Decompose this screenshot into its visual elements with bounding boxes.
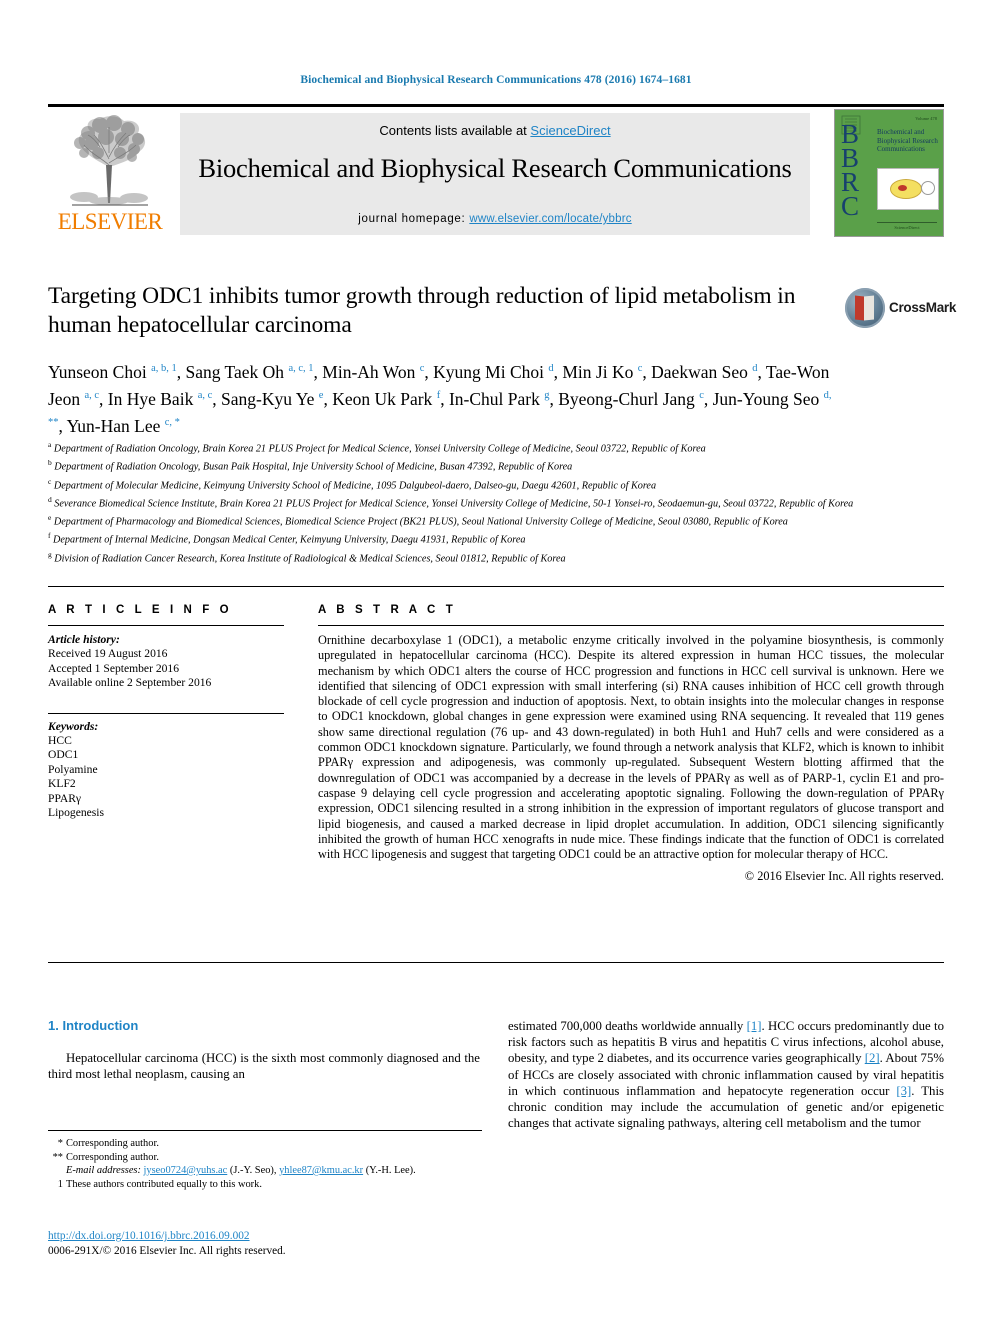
affiliation-mark: f <box>48 531 51 541</box>
affiliation-mark: b <box>48 458 52 468</box>
section-title-introduction: 1. Introduction <box>48 1018 139 1033</box>
footnotes-block: * Corresponding author. ** Corresponding… <box>48 1130 482 1191</box>
reference-link[interactable]: [2] <box>865 1051 880 1065</box>
divider-top <box>48 586 944 587</box>
intro-paragraph-left: Hepatocellular carcinoma (HCC) is the si… <box>48 1051 480 1082</box>
crossmark-label: CrossMark <box>889 300 957 315</box>
reference-link[interactable]: [3] <box>896 1084 911 1098</box>
keyword-item: PPARγ <box>48 791 82 805</box>
keywords-block: Keywords: HCC ODC1 Polyamine KLF2 PPARγ … <box>48 712 284 821</box>
reference-link[interactable]: [1] <box>747 1019 762 1033</box>
elsevier-logo: ELSEVIER <box>48 113 172 235</box>
divider-bottom <box>48 962 944 963</box>
crossmark-icon <box>845 288 885 328</box>
running-head: Biochemical and Biophysical Research Com… <box>300 74 692 86</box>
homepage-prefix: journal homepage: <box>358 213 470 225</box>
affiliation-item: a Department of Radiation Oncology, Brai… <box>48 440 706 455</box>
affiliation-mark: a <box>48 440 52 449</box>
email-link-1[interactable]: jyseo0724@yuhs.ac <box>144 1165 228 1176</box>
doi-block: http://dx.doi.org/10.1016/j.bbrc.2016.09… <box>48 1229 488 1258</box>
email-link-2[interactable]: yhlee87@kmu.ac.kr <box>279 1165 363 1176</box>
keyword-item: HCC <box>48 734 72 748</box>
abstract-rule <box>318 625 944 626</box>
footnote-mark: * <box>57 1138 63 1149</box>
journal-homepage-link[interactable]: www.elsevier.com/locate/ybbrc <box>469 213 631 225</box>
contents-panel: Contents lists available at ScienceDirec… <box>180 113 810 235</box>
affiliation-item: f Department of Internal Medicine, Dongs… <box>48 531 526 546</box>
doi-link[interactable]: http://dx.doi.org/10.1016/j.bbrc.2016.09… <box>48 1230 250 1242</box>
keywords-rule <box>48 712 284 714</box>
elsevier-wordmark: ELSEVIER <box>57 209 163 234</box>
footnote-equal-contribution: 1 These authors contributed equally to t… <box>48 1178 482 1191</box>
body-column-right: estimated 700,000 deaths worldwide annua… <box>508 1018 944 1131</box>
footnote-mark: 1 <box>57 1178 63 1190</box>
affiliation-list: a Department of Radiation Oncology, Brai… <box>48 438 928 566</box>
title-area: Targeting ODC1 inhibits tumor growth thr… <box>48 282 838 340</box>
footnote-corresponding-2: ** Corresponding author. E-mail addresse… <box>48 1151 482 1177</box>
affiliation-item: g Division of Radiation Cancer Research,… <box>48 549 566 565</box>
article-info-rule <box>48 625 284 626</box>
affiliation-mark: d <box>48 494 52 504</box>
keyword-item: Lipogenesis <box>48 806 105 820</box>
article-info-column: A R T I C L E I N F O Article history: R… <box>48 604 284 820</box>
cover-figure-circle-icon <box>921 181 935 195</box>
email-owner-1: (J.-Y. Seo), <box>229 1164 277 1176</box>
affiliation-mark: e <box>48 513 52 523</box>
email-addresses-label: E-mail addresses: <box>66 1164 141 1176</box>
journal-title: Biochemical and Biophysical Research Com… <box>198 153 792 183</box>
abstract-heading: A B S T R A C T <box>318 604 457 616</box>
article-history-block: Article history: Received 19 August 2016… <box>48 633 284 691</box>
keyword-item: KLF2 <box>48 777 76 791</box>
page-title: Targeting ODC1 inhibits tumor growth thr… <box>48 283 796 338</box>
crossmark-badge[interactable]: CrossMark <box>845 288 956 336</box>
cover-acronym: BBRC <box>841 119 860 221</box>
affiliation-item: c Department of Molecular Medicine, Keim… <box>48 476 657 491</box>
author-list: Yunseon Choi a, b, 1, Sang Taek Oh a, c,… <box>48 361 832 436</box>
abstract-text: Ornithine decarboxylase 1 (ODC1), a meta… <box>318 633 944 862</box>
history-item: Available online 2 September 2016 <box>48 676 212 690</box>
intro-paragraph-right: estimated 700,000 deaths worldwide annua… <box>508 1019 944 1131</box>
history-item: Accepted 1 September 2016 <box>48 661 180 675</box>
article-info-heading: A R T I C L E I N F O <box>48 604 233 616</box>
footnote-mark: ** <box>52 1151 63 1163</box>
keyword-item: ODC1 <box>48 748 79 762</box>
abstract-copyright: © 2016 Elsevier Inc. All rights reserved… <box>744 869 944 884</box>
issn-copyright-line: 0006-291X/© 2016 Elsevier Inc. All right… <box>48 1244 286 1257</box>
cover-corner-text: Volume 478 <box>915 116 937 121</box>
affiliation-mark: c <box>48 476 52 486</box>
cover-title-text: Biochemical and Biophysical Research Com… <box>877 128 938 153</box>
cover-figure <box>877 168 939 210</box>
cover-figure-nucleus-icon <box>898 185 907 191</box>
affiliation-item: e Department of Pharmacology and Biomedi… <box>48 513 788 528</box>
footnote-text: These authors contributed equally to thi… <box>66 1178 262 1190</box>
journal-cover-thumbnail: Volume 478 BBRC Biochemical and Biophysi… <box>834 109 944 237</box>
elsevier-tree-icon <box>70 115 148 206</box>
crossmark-book-left-icon <box>855 295 864 321</box>
affiliation-item: d Severance Biomedical Science Institute… <box>48 494 854 510</box>
journal-homepage-line: journal homepage: www.elsevier.com/locat… <box>180 213 810 225</box>
history-item: Received 19 August 2016 <box>48 647 168 661</box>
footnote-text: Corresponding author. <box>66 1151 159 1163</box>
body-column-left: 1. Introduction Hepatocellular carcinoma… <box>48 1018 480 1082</box>
abstract-column: A B S T R A C T Ornithine decarboxylase … <box>318 604 944 884</box>
affiliation-mark: g <box>48 549 52 559</box>
contents-available-line: Contents lists available at ScienceDirec… <box>180 123 810 138</box>
journal-masthead: ELSEVIER Contents lists available at Sci… <box>48 104 944 237</box>
affiliation-item: b Department of Radiation Oncology, Busa… <box>48 458 573 473</box>
keywords-label: Keywords: <box>48 719 99 733</box>
contents-prefix: Contents lists available at <box>379 123 531 138</box>
journal-article-page: Biochemical and Biophysical Research Com… <box>0 0 992 1323</box>
keyword-item: Polyamine <box>48 762 98 776</box>
footnote-corresponding-1: * Corresponding author. <box>48 1137 482 1150</box>
sciencedirect-link[interactable]: ScienceDirect <box>530 123 610 138</box>
crossmark-book-right-icon <box>864 295 874 321</box>
footnote-text: Corresponding author. <box>66 1138 159 1149</box>
article-history-label: Article history: <box>48 633 120 646</box>
cover-footer-text: ScienceDirect <box>877 222 937 230</box>
email-owner-2: (Y.-H. Lee). <box>365 1164 416 1176</box>
